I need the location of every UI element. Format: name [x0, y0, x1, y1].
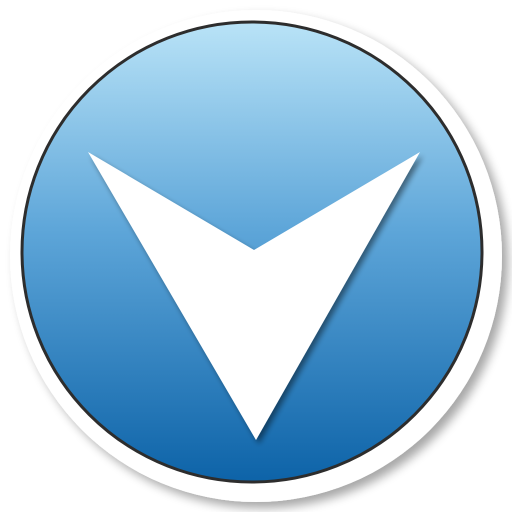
app-icon[interactable] [0, 0, 512, 512]
chevron-down-icon [10, 10, 502, 502]
